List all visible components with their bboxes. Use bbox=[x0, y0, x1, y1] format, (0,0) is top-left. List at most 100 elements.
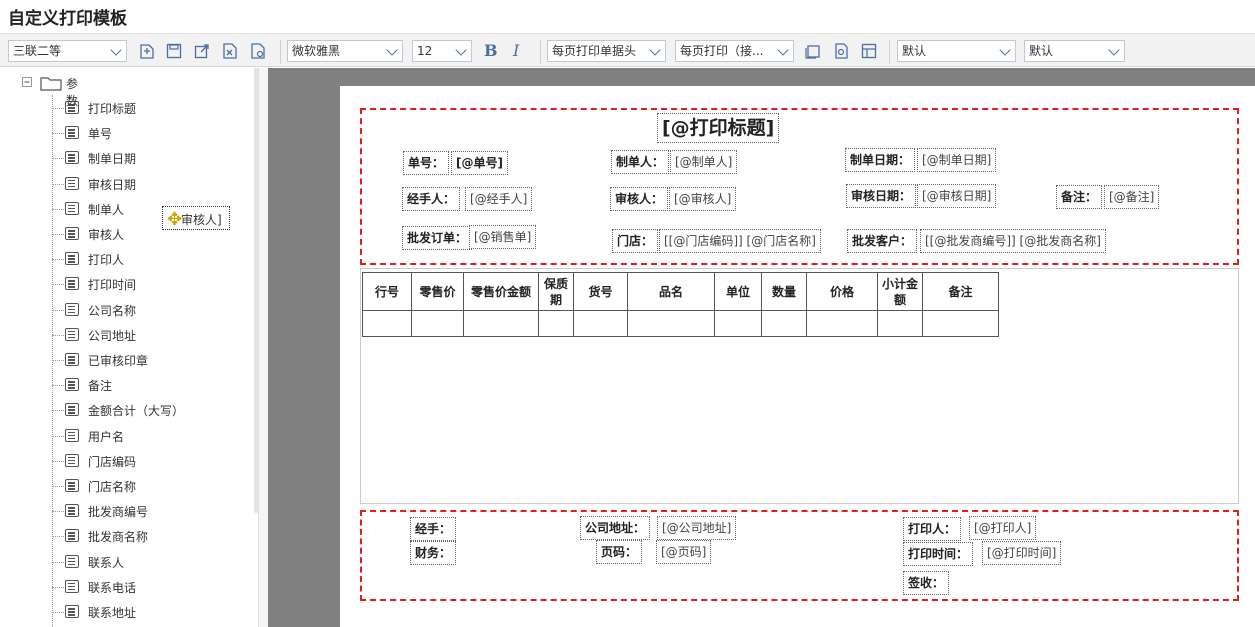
remark-label[interactable]: 备注： bbox=[1056, 185, 1103, 209]
make-date-value[interactable]: [@制单日期] bbox=[917, 148, 997, 172]
footer-address-label[interactable]: 公司地址： bbox=[580, 516, 651, 540]
field-icon bbox=[65, 378, 79, 392]
table-cell[interactable] bbox=[573, 310, 628, 337]
column-header[interactable]: 数量 bbox=[761, 272, 807, 311]
order-no-label[interactable]: 单号： bbox=[403, 151, 450, 175]
drag-ghost-label: 审核人] bbox=[181, 213, 222, 227]
footer-page-value[interactable]: [@页码] bbox=[656, 540, 712, 564]
detail-table[interactable]: 行号 零售价 零售价金额 保质期 货号 品名 单位 数量 价格 小计金额 备注 bbox=[362, 272, 999, 337]
paper-select[interactable]: 三联二等 bbox=[8, 40, 127, 62]
table-cell[interactable] bbox=[411, 310, 464, 337]
store-value[interactable]: [[@门店编码]] [@门店名称] bbox=[659, 229, 821, 253]
maker-value[interactable]: [@制单人] bbox=[670, 150, 738, 174]
column-header[interactable]: 保质期 bbox=[538, 272, 574, 311]
customer-value[interactable]: [[@批发商编号]] [@批发商名称] bbox=[920, 229, 1106, 253]
wholesale-order-label[interactable]: 批发订单： bbox=[402, 226, 473, 250]
maker-label[interactable]: 制单人： bbox=[611, 150, 670, 174]
tree-guide-line bbox=[52, 95, 53, 627]
font-family-select[interactable]: 微软雅黑 bbox=[287, 40, 403, 62]
excel-icon[interactable] bbox=[221, 42, 239, 60]
footer-print-time-value[interactable]: [@打印时间] bbox=[982, 541, 1062, 565]
audit-date-label[interactable]: 审核日期： bbox=[846, 184, 917, 208]
table-cell[interactable] bbox=[362, 310, 412, 337]
window-titlebar: 自定义打印模板 bbox=[0, 0, 1255, 32]
tree-item-label: 备注 bbox=[88, 379, 113, 394]
column-header[interactable]: 单位 bbox=[714, 272, 762, 311]
footer-address-value[interactable]: [@公司地址] bbox=[657, 516, 737, 540]
store-label[interactable]: 门店： bbox=[612, 229, 659, 253]
column-header[interactable]: 零售价 bbox=[411, 272, 464, 311]
column-header[interactable]: 小计金额 bbox=[877, 272, 923, 311]
footer-region[interactable] bbox=[360, 510, 1239, 601]
table-cell[interactable] bbox=[538, 310, 574, 337]
collapse-icon[interactable] bbox=[22, 77, 34, 89]
save-icon[interactable] bbox=[165, 42, 183, 60]
table-settings-icon[interactable] bbox=[860, 42, 878, 60]
handler-value[interactable]: [@经手人] bbox=[465, 187, 533, 211]
drag-ghost-item[interactable]: ✥ 审核人] bbox=[162, 206, 230, 230]
default-select-2[interactable]: 默认 bbox=[1024, 40, 1125, 62]
italic-button[interactable]: I bbox=[513, 41, 519, 60]
footer-sign-label[interactable]: 签收： bbox=[903, 571, 950, 595]
table-cell[interactable] bbox=[761, 310, 807, 337]
settings-file-icon[interactable] bbox=[249, 42, 267, 60]
footer-print-time-label[interactable]: 打印时间： bbox=[903, 542, 974, 566]
table-cell[interactable] bbox=[627, 310, 715, 337]
header-print-select[interactable]: 每页打印单据头 bbox=[547, 40, 666, 62]
column-header[interactable]: 备注 bbox=[922, 272, 999, 311]
handler-label[interactable]: 经手人： bbox=[402, 187, 461, 211]
default-select-1[interactable]: 默认 bbox=[897, 40, 1016, 62]
page-print-select[interactable]: 每页打印（接... bbox=[675, 40, 794, 62]
panel-splitter[interactable] bbox=[258, 68, 268, 627]
table-row[interactable] bbox=[362, 310, 999, 337]
preview-icon[interactable] bbox=[832, 42, 850, 60]
new-template-icon[interactable] bbox=[138, 42, 156, 60]
wholesale-order-value[interactable]: [@销售单] bbox=[469, 225, 537, 249]
parameter-tree: 打印标题 单号 制单日期 审核日期 制单人 审核人 打印人 打印时间 公司名称 公司地址 已审核印章… bbox=[0, 68, 258, 627]
make-date-label[interactable]: 制单日期： bbox=[845, 148, 916, 172]
footer-finance-label[interactable]: 财务： bbox=[410, 541, 457, 565]
chevron-down-icon bbox=[110, 44, 122, 56]
bold-button[interactable]: B bbox=[484, 41, 498, 60]
font-size-value: 12 bbox=[417, 44, 433, 58]
field-icon bbox=[65, 277, 79, 291]
footer-printer-value[interactable]: [@打印人] bbox=[969, 516, 1037, 540]
page-print-value: 每页打印（接... bbox=[680, 44, 764, 58]
window-title: 自定义打印模板 bbox=[8, 9, 127, 29]
audit-date-value[interactable]: [@审核日期] bbox=[917, 184, 997, 208]
customer-label[interactable]: 批发客户： bbox=[847, 229, 918, 253]
table-cell[interactable] bbox=[806, 310, 878, 337]
tree-connector bbox=[52, 158, 64, 160]
tree-connector bbox=[52, 133, 64, 135]
tree-item-label: 门店编码 bbox=[88, 454, 137, 469]
remark-value[interactable]: [@备注] bbox=[1104, 185, 1160, 209]
font-size-select[interactable]: 12 bbox=[412, 40, 472, 62]
footer-page-label[interactable]: 页码： bbox=[596, 540, 643, 564]
tree-item-label: 联系电话 bbox=[88, 580, 137, 595]
column-header[interactable]: 行号 bbox=[362, 272, 412, 311]
auditor-value[interactable]: [@审核人] bbox=[669, 187, 737, 211]
column-header[interactable]: 品名 bbox=[627, 272, 715, 311]
column-header[interactable]: 货号 bbox=[573, 272, 628, 311]
field-icon bbox=[65, 327, 79, 341]
export-icon[interactable] bbox=[193, 42, 211, 60]
chevron-down-icon bbox=[386, 44, 398, 56]
footer-printer-label[interactable]: 打印人： bbox=[903, 517, 962, 541]
page-layout-icon[interactable] bbox=[804, 42, 822, 60]
order-no-value[interactable]: [@单号] bbox=[451, 151, 508, 175]
tree-item-label: 制单人 bbox=[88, 202, 125, 217]
auditor-label[interactable]: 审核人： bbox=[610, 187, 669, 211]
print-title-field[interactable]: [@打印标题] bbox=[657, 113, 780, 143]
table-cell[interactable] bbox=[714, 310, 762, 337]
tree-item-label: 制单日期 bbox=[88, 152, 137, 167]
column-header[interactable]: 零售价金额 bbox=[463, 272, 539, 311]
table-cell[interactable] bbox=[922, 310, 999, 337]
table-cell[interactable] bbox=[877, 310, 923, 337]
footer-handler-label[interactable]: 经手： bbox=[410, 517, 457, 541]
table-cell[interactable] bbox=[463, 310, 539, 337]
tree-item-label: 联系人 bbox=[88, 555, 125, 570]
tree-connector bbox=[52, 309, 64, 311]
tree-item-label: 打印时间 bbox=[88, 278, 137, 293]
column-header[interactable]: 价格 bbox=[806, 272, 878, 311]
tree-item-label: 用户名 bbox=[88, 429, 125, 444]
